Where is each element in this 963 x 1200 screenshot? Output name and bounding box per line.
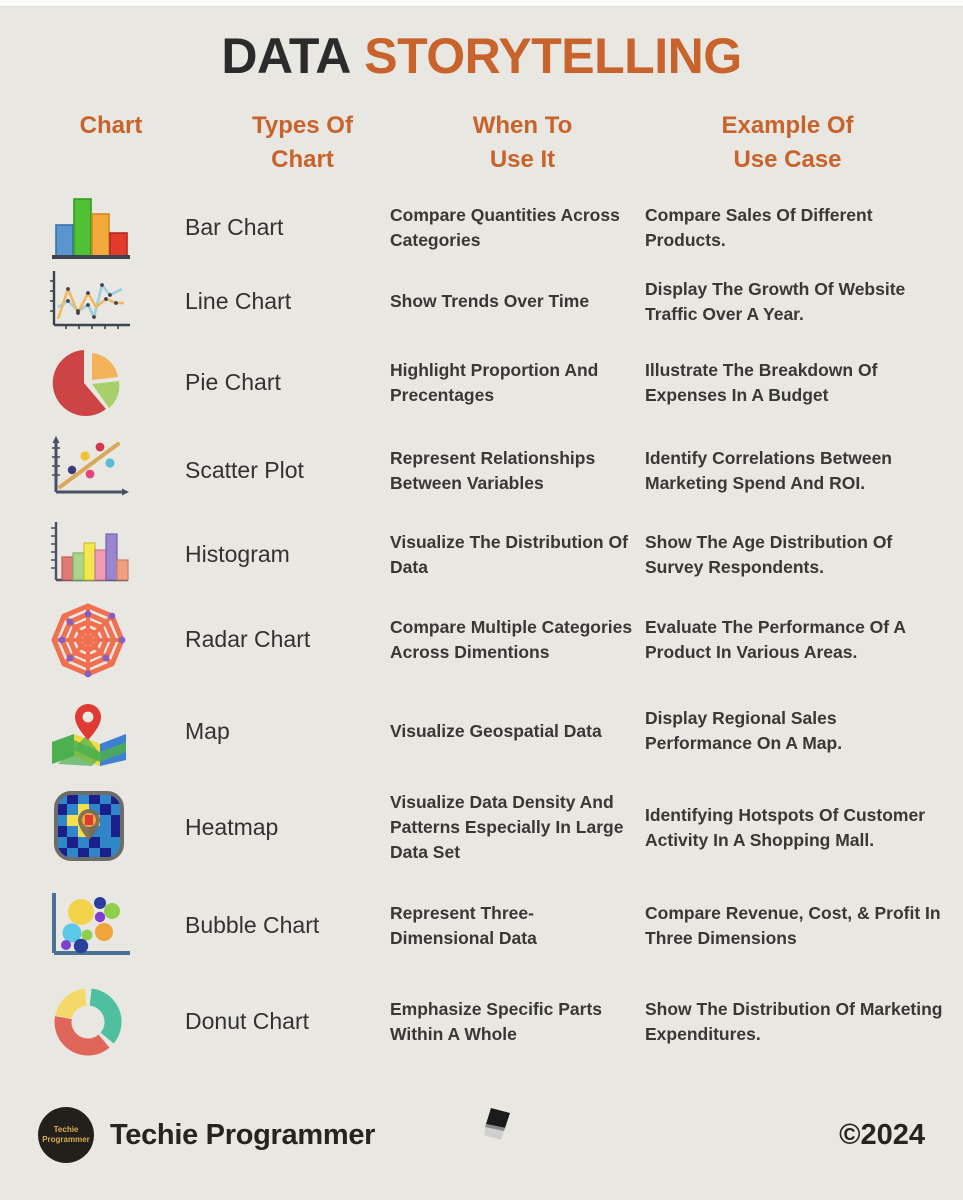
bar-chart-icon	[0, 189, 175, 267]
example-use-case-text: Evaluate The Performance Of A Product In…	[645, 616, 906, 662]
chart-type-label: Line Chart	[185, 288, 292, 314]
when-to-use-text: Visualize Data Density And Patterns Espe…	[390, 792, 624, 862]
example-use-case-text: Display Regional Sales Performance On A …	[645, 708, 843, 753]
when-to-use-text: Visualize The Distribution Of Data	[390, 531, 628, 577]
bubble-chart-icon	[0, 887, 175, 965]
chart-type-table: Bar Chart Compare Quantities Across Cate…	[0, 191, 963, 1070]
chart-type-label: Radar Chart	[185, 626, 311, 652]
radar-chart-icon	[0, 601, 175, 679]
footer: Techie Programmer Techie Programmer ©202…	[0, 1100, 963, 1170]
example-use-case-text: Identifying Hotspots Of Customer Activit…	[645, 804, 925, 850]
table-row: Heatmap Visualize Data Density And Patte…	[0, 778, 963, 878]
techie-programmer-logo: Techie Programmer	[38, 1107, 94, 1163]
donut-chart-icon	[0, 983, 175, 1061]
column-headers: Chart Types Of Chart When To Use It Exam…	[0, 109, 963, 189]
example-use-case-text: Show The Distribution Of Marketing Expen…	[645, 998, 943, 1044]
title-word-storytelling: STORYTELLING	[364, 28, 742, 84]
line-chart-icon	[0, 263, 175, 341]
chart-type-label: Heatmap	[185, 814, 279, 840]
when-to-use-text: Compare Multiple Categories Across Dimen…	[390, 616, 633, 662]
table-row: Map Visualize Geospatial Data Display Re…	[0, 685, 963, 778]
table-row: Scatter Plot Represent Relationships Bet…	[0, 427, 963, 515]
example-use-case-text: Identify Correlations Between Marketing …	[645, 447, 892, 493]
scatter-plot-icon	[0, 432, 175, 510]
table-row: Histogram Visualize The Distribution Of …	[0, 515, 963, 595]
when-to-use-text: Represent Relationships Between Variable…	[390, 447, 596, 493]
copyright-text: ©2024	[839, 1118, 925, 1151]
table-row: Bar Chart Compare Quantities Across Cate…	[0, 191, 963, 265]
example-use-case-text: Show The Age Distribution Of Survey Resp…	[645, 531, 893, 577]
chart-type-label: Bubble Chart	[185, 912, 320, 938]
table-row: Bubble Chart Represent Three-Dimensional…	[0, 878, 963, 974]
chart-type-label: Scatter Plot	[185, 457, 304, 483]
pie-chart-icon	[0, 344, 175, 422]
column-header-when-to-use-it: When To Use It	[472, 111, 573, 174]
example-use-case-text: Display The Growth Of Website Traffic Ov…	[645, 278, 906, 324]
map-icon	[0, 692, 175, 770]
brand-name: Techie Programmer	[110, 1118, 376, 1151]
title-word-data: DATA	[221, 28, 351, 84]
logo-line-1: Techie	[53, 1125, 79, 1134]
infographic-poster: DATA STORYTELLING Chart Types Of Chart W…	[0, 0, 963, 1200]
heatmap-icon	[0, 789, 175, 867]
logo-line-2: Programmer	[42, 1135, 90, 1144]
example-use-case-text: Compare Revenue, Cost, & Profit In Three…	[645, 902, 941, 948]
column-header-types-of-chart: Types Of Chart	[252, 111, 353, 174]
when-to-use-text: Emphasize Specific Parts Within A Whole	[390, 998, 603, 1044]
column-header-example-of-use-case: Example Of Use Case	[721, 111, 854, 174]
when-to-use-text: Highlight Proportion And Precentages	[390, 359, 599, 405]
laptop-icon	[483, 1106, 517, 1146]
histogram-icon	[0, 516, 175, 594]
page-title: DATA STORYTELLING	[0, 30, 963, 83]
when-to-use-text: Visualize Geospatial Data	[390, 720, 602, 741]
table-row: Pie Chart Highlight Proportion And Prece…	[0, 339, 963, 427]
when-to-use-text: Show Trends Over Time	[390, 291, 590, 312]
chart-type-label: Histogram	[185, 541, 290, 567]
table-row: Radar Chart Compare Multiple Categories …	[0, 595, 963, 685]
top-strip	[0, 0, 963, 7]
column-header-chart: Chart	[79, 111, 143, 139]
when-to-use-text: Represent Three-Dimensional Data	[390, 902, 537, 948]
chart-type-label: Pie Chart	[185, 369, 281, 395]
table-row: Line Chart Show Trends Over Time Display…	[0, 265, 963, 339]
when-to-use-text: Compare Quantities Across Categories	[390, 204, 620, 250]
chart-type-label: Map	[185, 717, 230, 744]
example-use-case-text: Illustrate The Breakdown Of Expenses In …	[645, 359, 878, 405]
table-row: Donut Chart Emphasize Specific Parts Wit…	[0, 974, 963, 1070]
example-use-case-text: Compare Sales Of Different Products.	[645, 204, 873, 250]
chart-type-label: Donut Chart	[185, 1008, 310, 1034]
chart-type-label: Bar Chart	[185, 214, 284, 240]
